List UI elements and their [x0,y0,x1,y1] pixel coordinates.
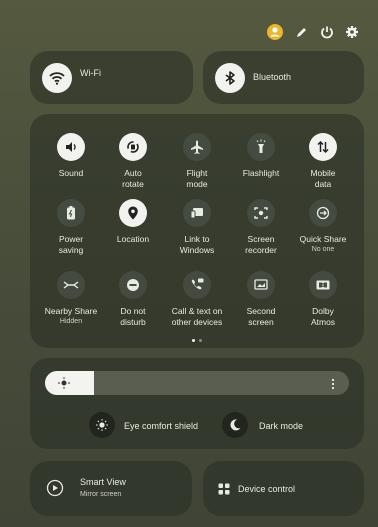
tile-label: Location [116,234,150,244]
tile-auto-rotate[interactable]: Auto rotate [98,133,168,190]
tile-label: Do not disturb [120,306,146,327]
sun-icon [57,376,71,395]
dolby-icon [309,271,337,299]
tile-power-saving[interactable]: Power saving [36,199,106,256]
dark-mode-label: Dark mode [259,421,304,431]
smart-view-sublabel: Mirror screen [80,491,122,498]
dark-mode-toggle[interactable]: Dark mode [222,412,332,440]
quick-share-icon [309,199,337,227]
tile-label: Dolby Atmos [310,306,336,327]
auto-rotate-icon [119,133,147,161]
wifi-tile[interactable]: Wi-Fi [30,51,193,104]
tile-label: Second screen [246,306,276,327]
bluetooth-label: Bluetooth [253,72,292,82]
tile-quick-share[interactable]: Quick Share No one [288,199,358,254]
call-text-icon [183,271,211,299]
device-control-icon [218,482,230,495]
second-screen-icon [247,271,275,299]
smart-view-icon [46,479,64,497]
tile-label: Flashlight [242,168,280,178]
brightness-slider[interactable] [45,371,349,395]
wifi-label: Wi-Fi [80,68,101,78]
nearby-share-icon [57,271,85,299]
more-options-icon[interactable] [331,377,335,395]
tile-label: Call & text on other devices [171,306,223,327]
do-not-disturb-icon [119,271,147,299]
tile-mobile-data[interactable]: Mobile data [288,133,358,190]
tile-label: Power saving [58,234,84,255]
tile-sound[interactable]: Sound [36,133,106,179]
screen-recorder-icon [247,199,275,227]
tile-dolby-atmos[interactable]: Dolby Atmos [288,271,358,328]
tile-sublabel: No one [311,246,335,253]
tile-label: Nearby Share [44,306,98,316]
battery-icon [57,199,85,227]
speaker-icon [57,133,85,161]
eye-comfort-icon [89,412,115,438]
wifi-icon [42,63,72,93]
location-pin-icon [119,199,147,227]
eye-comfort-label: Eye comfort shield [124,421,199,431]
tile-do-not-disturb[interactable]: Do not disturb [98,271,168,328]
tile-label: Screen recorder [245,234,277,255]
tile-nearby-share[interactable]: Nearby Share Hidden [36,271,106,326]
tile-location[interactable]: Location [98,199,168,245]
tile-label: Quick Share [299,234,347,244]
user-avatar-icon[interactable] [267,24,283,40]
moon-icon [222,412,248,438]
avatar [267,24,283,40]
settings-gear-icon[interactable] [344,24,360,40]
tile-label: Auto rotate [122,168,144,189]
tile-second-screen[interactable]: Second screen [226,271,296,328]
page-indicator-dot [199,339,202,342]
tile-label: Mobile data [310,168,336,189]
tile-screen-recorder[interactable]: Screen recorder [226,199,296,256]
tile-label: Link to Windows [179,234,215,255]
tile-flashlight[interactable]: Flashlight [226,133,296,179]
tile-call-text-other-devices[interactable]: Call & text on other devices [162,271,232,328]
tile-flight-mode[interactable]: Flight mode [162,133,232,190]
tile-label: Sound [58,168,84,178]
power-icon[interactable] [319,24,335,40]
link-to-windows-icon [183,199,211,227]
airplane-icon [183,133,211,161]
eye-comfort-toggle[interactable]: Eye comfort shield [89,412,219,440]
tile-link-to-windows[interactable]: Link to Windows [162,199,232,256]
smart-view-label: Smart View [80,477,126,487]
page-indicator-dot-active [192,339,195,342]
mobile-data-icon [309,133,337,161]
bluetooth-icon [215,63,245,93]
tile-label: Flight mode [186,168,208,189]
device-control-tile[interactable]: Device control [203,461,364,516]
smart-view-tile[interactable]: Smart View Mirror screen [30,461,192,516]
bluetooth-tile[interactable]: Bluetooth [203,51,364,104]
tile-sublabel: Hidden [59,318,83,325]
device-control-label: Device control [238,484,296,494]
flashlight-icon [247,133,275,161]
pencil-edit-icon[interactable] [293,24,309,40]
